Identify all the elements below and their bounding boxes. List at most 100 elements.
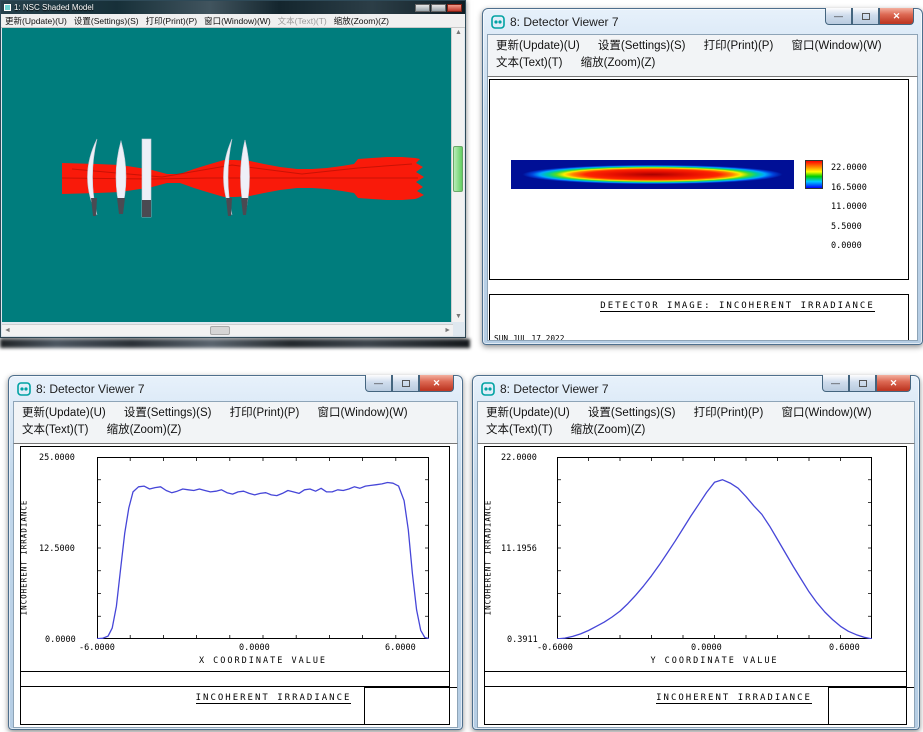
x-tick-label: 0.0000 — [691, 643, 722, 653]
y-tick-label: 0.0000 — [45, 635, 76, 645]
maximize-button[interactable] — [852, 8, 879, 25]
x-tick-label: 6.0000 — [385, 643, 416, 653]
vertical-scroll-thumb[interactable] — [453, 146, 463, 192]
menu-item-window[interactable]: 窗口(Window)(W) — [204, 15, 271, 27]
colorbar — [805, 160, 823, 189]
menu-item-zoom[interactable]: 缩放(Zoom)(Z) — [334, 15, 389, 27]
y-tick-label: 12.5000 — [39, 544, 75, 554]
titlebar[interactable]: 1: NSC Shaded Model — [1, 1, 465, 14]
menu-item-settings[interactable]: 设置(Settings)(S) — [598, 38, 686, 55]
x-tick-label: 0.6000 — [829, 643, 860, 653]
y-tick-label: 0.3911 — [507, 635, 538, 645]
y-tick-label: 11.1956 — [501, 544, 537, 554]
menu-item-text[interactable]: 文本(Text)(T) — [278, 15, 327, 27]
minimize-button[interactable]: — — [822, 375, 849, 392]
x-profile-plot — [97, 457, 429, 639]
titlebar[interactable]: 8: Detector Viewer 7 — ✕ — [473, 376, 919, 401]
menu-item-print[interactable]: 打印(Print)(P) — [146, 15, 197, 27]
menu-item-window[interactable]: 窗口(Window)(W) — [318, 405, 408, 422]
viewer-content: INCOHERENT IRRADIANCE 25.0000 12.5000 0.… — [13, 444, 458, 728]
menubar: 更新(Update)(U) 设置(Settings)(S) 打印(Print)(… — [1, 14, 465, 28]
close-icon: ✕ — [893, 11, 901, 22]
x-axis-title: Y COORDINATE VALUE — [557, 656, 872, 666]
window-title: 8: Detector Viewer 7 — [510, 15, 619, 29]
ray-trace-diagram — [2, 28, 453, 322]
minimize-button[interactable] — [415, 4, 430, 12]
scroll-up-icon[interactable]: ▲ — [452, 28, 465, 38]
window-detector-x-profile: 8: Detector Viewer 7 — ✕ 更新(Update)(U) 设… — [8, 375, 463, 730]
plot-frame: INCOHERENT IRRADIANCE 25.0000 12.5000 0.… — [20, 446, 450, 725]
close-icon: ✕ — [890, 378, 898, 389]
close-button[interactable]: ✕ — [419, 375, 454, 392]
scroll-left-icon[interactable]: ◄ — [4, 327, 11, 334]
restore-icon — [859, 380, 867, 387]
minimize-button[interactable]: — — [825, 8, 852, 25]
file-info-cell: 20210616 12-0.0-3.ZMX CONFIGURATION 1 OF… — [828, 687, 915, 724]
menu-item-update[interactable]: 更新(Update)(U) — [496, 38, 580, 55]
menu-item-zoom[interactable]: 缩放(Zoom)(Z) — [107, 422, 182, 439]
scroll-down-icon[interactable]: ▼ — [452, 312, 465, 322]
menubar: 更新(Update)(U) 设置(Settings)(S) 打印(Print)(… — [487, 34, 918, 77]
section-band: INCOHERENT IRRADIANCE — [484, 671, 907, 687]
plot-frame: INCOHERENT IRRADIANCE 22.0000 11.1956 0.… — [484, 446, 907, 725]
colorbar-tick: 5.5000 — [831, 224, 918, 231]
menu-item-window[interactable]: 窗口(Window)(W) — [782, 405, 872, 422]
irradiance-stripe — [511, 160, 794, 189]
colorbar-labels: 22.0000 16.5000 11.0000 5.5000 0.0000 — [831, 152, 918, 263]
app-icon — [4, 4, 11, 11]
close-button[interactable] — [447, 4, 462, 12]
menu-item-print[interactable]: 打印(Print)(P) — [694, 405, 764, 422]
maximize-button[interactable] — [392, 375, 419, 392]
titlebar[interactable]: 8: Detector Viewer 7 — ✕ — [9, 376, 462, 401]
minimize-icon: — — [374, 378, 383, 388]
y-axis-title: INCOHERENT IRRADIANCE — [483, 477, 493, 637]
footer-line: SUN JUL 17 2022 — [494, 335, 904, 341]
menu-item-update[interactable]: 更新(Update)(U) — [22, 405, 106, 422]
window-detector-image: 8: Detector Viewer 7 — ✕ 更新(Update)(U) 设… — [482, 8, 923, 345]
menu-item-text[interactable]: 文本(Text)(T) — [496, 55, 562, 72]
menu-item-settings[interactable]: 设置(Settings)(S) — [588, 405, 676, 422]
section-band: DETECTOR IMAGE: INCOHERENT IRRADIANCE — [489, 279, 909, 295]
horizontal-scrollbar[interactable]: ◄ ► — [2, 324, 453, 336]
restore-icon — [862, 13, 870, 20]
close-button[interactable]: ✕ — [876, 375, 911, 392]
menu-item-window[interactable]: 窗口(Window)(W) — [792, 38, 882, 55]
close-icon: ✕ — [433, 378, 441, 389]
menu-item-text[interactable]: 文本(Text)(T) — [486, 422, 552, 439]
menu-item-settings[interactable]: 设置(Settings)(S) — [74, 15, 139, 27]
minimize-button[interactable]: — — [365, 375, 392, 392]
menu-item-update[interactable]: 更新(Update)(U) — [486, 405, 570, 422]
minimize-icon: — — [834, 11, 843, 21]
window-nsc-shaded-model: 1: NSC Shaded Model 更新(Update)(U) 设置(Set… — [0, 0, 466, 338]
horizontal-scroll-thumb[interactable] — [210, 326, 230, 335]
titlebar[interactable]: 8: Detector Viewer 7 — ✕ — [483, 9, 922, 34]
menu-item-print[interactable]: 打印(Print)(P) — [230, 405, 300, 422]
menu-item-zoom[interactable]: 缩放(Zoom)(Z) — [571, 422, 646, 439]
scroll-right-icon[interactable]: ► — [444, 327, 451, 334]
vertical-scrollbar[interactable]: ▲ ▼ — [451, 28, 464, 322]
menubar: 更新(Update)(U) 设置(Settings)(S) 打印(Print)(… — [13, 401, 458, 444]
x-tick-label: -6.0000 — [79, 643, 115, 653]
file-info-cell: 20210616 12-0.0-3.ZMX CONFIGURATION 1 OF… — [364, 687, 458, 724]
menu-item-text[interactable]: 文本(Text)(T) — [22, 422, 88, 439]
maximize-button[interactable] — [431, 4, 446, 12]
x-axis-title: X COORDINATE VALUE — [97, 656, 429, 666]
menu-item-update[interactable]: 更新(Update)(U) — [5, 15, 67, 27]
colorbar-tick: 0.0000 — [831, 243, 918, 250]
minimize-icon: — — [831, 378, 840, 388]
colorbar-tick: 16.5000 — [831, 185, 918, 192]
menubar: 更新(Update)(U) 设置(Settings)(S) 打印(Print)(… — [477, 401, 915, 444]
window-detector-y-profile: 8: Detector Viewer 7 — ✕ 更新(Update)(U) 设… — [472, 375, 920, 730]
viewer-content: 22.0000 16.5000 11.0000 5.5000 0.0000 DE… — [487, 77, 918, 341]
menu-item-zoom[interactable]: 缩放(Zoom)(Z) — [581, 55, 656, 72]
menu-item-print[interactable]: 打印(Print)(P) — [704, 38, 774, 55]
maximize-button[interactable] — [849, 375, 876, 392]
menu-item-settings[interactable]: 设置(Settings)(S) — [124, 405, 212, 422]
band-title: DETECTOR IMAGE: INCOHERENT IRRADIANCE — [600, 301, 874, 312]
colorbar-tick: 11.0000 — [831, 204, 918, 211]
restore-icon — [402, 380, 410, 387]
y-profile-plot — [557, 457, 872, 639]
y-axis-title: INCOHERENT IRRADIANCE — [19, 477, 29, 637]
close-button[interactable]: ✕ — [879, 8, 914, 25]
detector-footer: SUN JUL 17 2022 DETECTOR 10, NSCG SURFAC… — [20, 686, 450, 725]
